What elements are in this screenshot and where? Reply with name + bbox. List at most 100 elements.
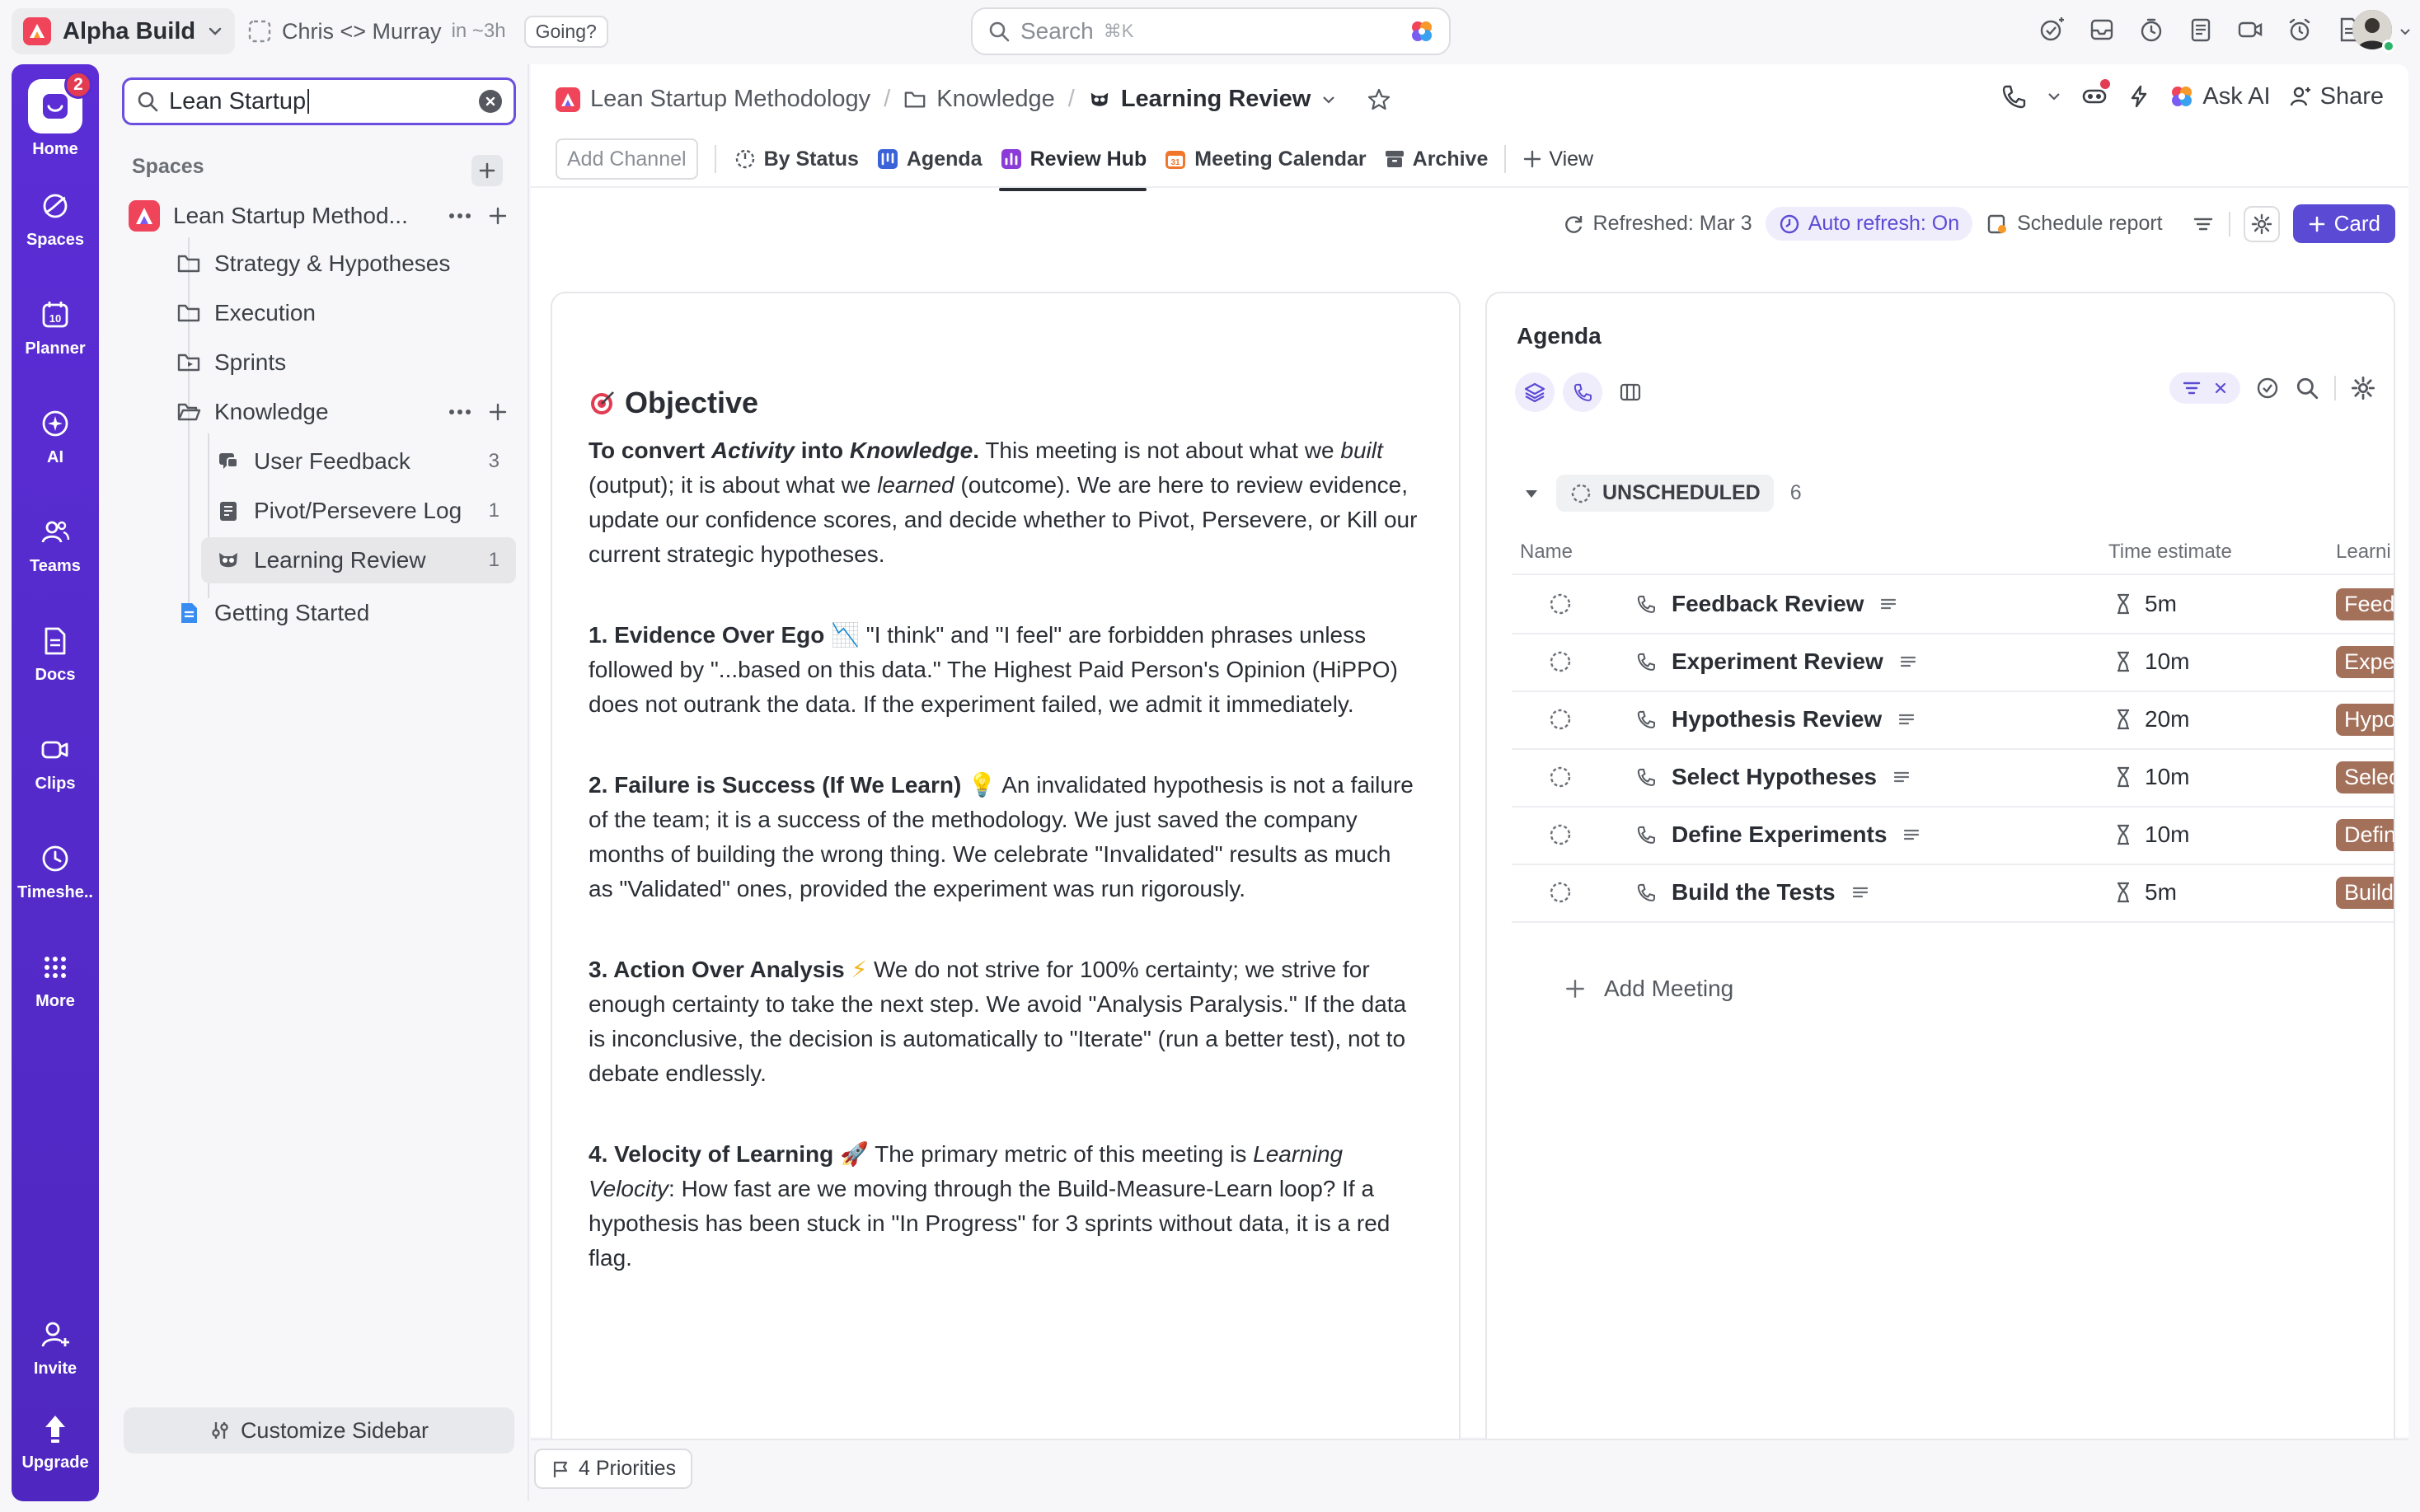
plus-icon[interactable] bbox=[488, 402, 508, 422]
learning-tag[interactable]: Expe bbox=[2336, 645, 2394, 678]
alarm-clock-icon[interactable] bbox=[2283, 13, 2316, 46]
caret-down-icon[interactable] bbox=[1523, 485, 1540, 502]
add-meeting-button[interactable]: Add Meeting bbox=[1564, 976, 1733, 1002]
agent-button[interactable] bbox=[2080, 79, 2111, 110]
global-search[interactable]: Search ⌘K bbox=[971, 7, 1451, 55]
timer-icon[interactable] bbox=[2135, 13, 2168, 46]
tab-agenda[interactable]: Agenda bbox=[875, 138, 983, 180]
layers-view-button[interactable] bbox=[1515, 372, 1555, 412]
column-header-name[interactable]: Name bbox=[1520, 541, 1573, 564]
status-dashed-circle-icon[interactable] bbox=[1548, 880, 1573, 905]
sidebar-item-learning-review[interactable]: Learning Review 1 bbox=[201, 537, 516, 583]
share-button[interactable]: Share bbox=[2289, 83, 2384, 110]
lightning-icon[interactable] bbox=[2127, 84, 2151, 109]
rail-clips[interactable]: Clips bbox=[12, 732, 99, 793]
meeting-type-button[interactable] bbox=[1563, 372, 1602, 412]
time-estimate-cell[interactable]: 10m bbox=[2113, 764, 2189, 790]
meeting-name-cell[interactable]: Select Hypotheses bbox=[1635, 764, 1911, 790]
tab-meeting-calendar[interactable]: 31 Meeting Calendar bbox=[1163, 138, 1367, 180]
clear-search-button[interactable] bbox=[479, 90, 502, 113]
rail-spaces[interactable]: Spaces bbox=[12, 188, 99, 250]
time-estimate-cell[interactable]: 10m bbox=[2113, 822, 2189, 848]
breadcrumb-space[interactable]: Lean Startup Methodology bbox=[590, 86, 870, 113]
meeting-name-cell[interactable]: Experiment Review bbox=[1635, 648, 1918, 675]
add-channel-button[interactable]: Add Channel bbox=[556, 138, 698, 180]
notepad-icon[interactable] bbox=[2184, 13, 2217, 46]
close-icon[interactable] bbox=[2212, 380, 2229, 396]
settings-button[interactable] bbox=[2243, 205, 2280, 242]
learning-tag[interactable]: Selec bbox=[2336, 761, 2394, 793]
rail-home[interactable]: 2 Home bbox=[12, 71, 99, 159]
status-dashed-circle-icon[interactable] bbox=[1548, 707, 1573, 732]
sidebar-item-getting-started[interactable]: Getting Started bbox=[176, 590, 516, 636]
workspace-switcher[interactable]: Alpha Build bbox=[12, 8, 236, 54]
status-dashed-circle-icon[interactable] bbox=[1548, 765, 1573, 789]
sidebar-item-user-feedback[interactable]: User Feedback 3 bbox=[201, 438, 516, 484]
sidebar-item-strategy[interactable]: Strategy & Hypotheses bbox=[176, 241, 516, 287]
more-dots-icon[interactable] bbox=[448, 213, 471, 219]
group-header-unscheduled[interactable]: UNSCHEDULED 6 bbox=[1523, 475, 1802, 512]
tab-review-hub[interactable]: Review Hub bbox=[998, 138, 1147, 191]
schedule-report-button[interactable]: Schedule report bbox=[1986, 212, 2163, 236]
add-card-button[interactable]: Card bbox=[2292, 204, 2395, 243]
priorities-button[interactable]: 4 Priorities bbox=[534, 1449, 693, 1489]
column-header-learning[interactable]: Learni bbox=[2336, 541, 2391, 564]
video-clip-icon[interactable] bbox=[2234, 13, 2267, 46]
rail-docs[interactable]: Docs bbox=[12, 623, 99, 685]
plus-icon[interactable] bbox=[488, 206, 508, 226]
meeting-name-cell[interactable]: Feedback Review bbox=[1635, 591, 1898, 617]
status-dashed-circle-icon[interactable] bbox=[1548, 592, 1573, 616]
sidebar-search-input[interactable]: Lean Startup bbox=[122, 77, 516, 125]
status-dashed-circle-icon[interactable] bbox=[1548, 822, 1573, 847]
time-estimate-cell[interactable]: 20m bbox=[2113, 706, 2189, 733]
filter-lines-icon[interactable] bbox=[2191, 212, 2216, 236]
breadcrumb-folder[interactable]: Knowledge bbox=[936, 86, 1055, 113]
tab-archive[interactable]: Archive bbox=[1383, 138, 1488, 180]
auto-refresh-toggle[interactable]: Auto refresh: On bbox=[1765, 207, 1973, 241]
refresh-button[interactable]: Refreshed: Mar 3 bbox=[1562, 212, 1752, 236]
rail-timesheets[interactable]: Timeshe.. bbox=[12, 840, 99, 902]
chevron-down-icon[interactable] bbox=[1320, 91, 1337, 108]
star-icon[interactable] bbox=[1367, 87, 1391, 112]
rail-teams[interactable]: Teams bbox=[12, 514, 99, 576]
chevron-down-icon[interactable] bbox=[2399, 25, 2412, 38]
customize-sidebar-button[interactable]: Customize Sidebar bbox=[124, 1407, 514, 1453]
gear-icon[interactable] bbox=[2351, 376, 2375, 400]
add-space-button[interactable] bbox=[471, 155, 503, 186]
learning-tag[interactable]: Feed bbox=[2336, 587, 2394, 620]
time-estimate-cell[interactable]: 10m bbox=[2113, 648, 2189, 675]
tasks-check-icon[interactable] bbox=[2036, 13, 2069, 46]
sidebar-item-sprints[interactable]: Sprints bbox=[176, 339, 516, 386]
learning-tag[interactable]: Hypo bbox=[2336, 703, 2394, 736]
learning-tag[interactable]: Build bbox=[2336, 876, 2394, 909]
active-filter-chip[interactable] bbox=[2169, 372, 2240, 404]
agenda-table-row[interactable]: Experiment Review 10m Expe bbox=[1512, 633, 2394, 690]
sidebar-item-execution[interactable]: Execution bbox=[176, 290, 516, 336]
rail-more[interactable]: More bbox=[12, 949, 99, 1011]
add-view-button[interactable]: View bbox=[1522, 138, 1593, 180]
meeting-name-cell[interactable]: Hypothesis Review bbox=[1635, 706, 1916, 733]
rail-ai[interactable]: AI bbox=[12, 405, 99, 467]
meeting-name-cell[interactable]: Build the Tests bbox=[1635, 879, 1870, 906]
inbox-icon[interactable] bbox=[2085, 13, 2118, 46]
space-item-lean-startup[interactable]: Lean Startup Method... bbox=[129, 193, 516, 239]
status-dashed-circle-icon[interactable] bbox=[1548, 649, 1573, 674]
columns-view-button[interactable] bbox=[1611, 372, 1650, 412]
search-icon[interactable] bbox=[2295, 376, 2319, 400]
check-circle-icon[interactable] bbox=[2255, 376, 2280, 400]
agenda-table-row[interactable]: Hypothesis Review 20m Hypo bbox=[1512, 690, 2394, 748]
learning-tag[interactable]: Defin bbox=[2336, 818, 2394, 851]
more-dots-icon[interactable] bbox=[448, 409, 471, 415]
time-estimate-cell[interactable]: 5m bbox=[2113, 879, 2177, 906]
sidebar-item-pivot-log[interactable]: Pivot/Persevere Log 1 bbox=[201, 488, 516, 534]
time-estimate-cell[interactable]: 5m bbox=[2113, 591, 2177, 617]
upcoming-meeting[interactable]: Chris <> Murray in ~3h Going? bbox=[247, 13, 608, 49]
rail-planner[interactable]: 10 Planner bbox=[12, 297, 99, 358]
meeting-name-cell[interactable]: Define Experiments bbox=[1635, 822, 1921, 848]
ask-ai-button[interactable]: Ask AI bbox=[2169, 83, 2271, 110]
agenda-table-row[interactable]: Select Hypotheses 10m Selec bbox=[1512, 748, 2394, 806]
going-button[interactable]: Going? bbox=[523, 15, 608, 48]
ai-sparkle-icon[interactable] bbox=[1409, 19, 1434, 44]
rail-upgrade[interactable]: Upgrade bbox=[12, 1411, 99, 1472]
agenda-table-row[interactable]: Define Experiments 10m Defin bbox=[1512, 806, 2394, 864]
